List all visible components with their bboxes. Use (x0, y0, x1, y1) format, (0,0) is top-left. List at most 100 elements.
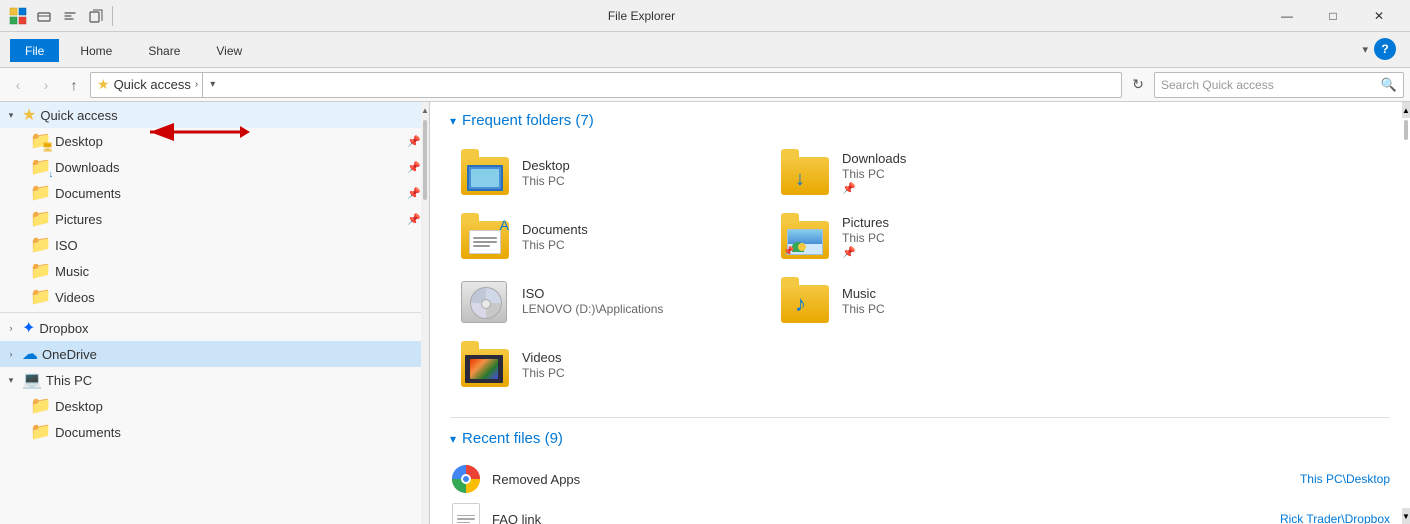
sidebar-item-documents[interactable]: 📁 Documents 📌 (0, 180, 429, 206)
path-text: Quick access (114, 77, 191, 92)
back-button[interactable]: ‹ (6, 73, 30, 97)
music-folder-name: Music (842, 286, 885, 301)
minimize-button[interactable]: — (1264, 0, 1310, 32)
tab-share[interactable]: Share (133, 39, 195, 62)
sidebar-dropbox-label: Dropbox (39, 321, 421, 336)
thispc-toggle-icon: ▾ (4, 375, 18, 386)
address-dropdown-button[interactable]: ▾ (202, 72, 222, 98)
videos-folder-icon: 📁 (30, 287, 51, 307)
quick-access-star-icon: ★ (97, 76, 110, 93)
search-placeholder: Search Quick access (1161, 78, 1377, 92)
folder-item-desktop[interactable]: Desktop This PC (450, 141, 770, 205)
refresh-button[interactable]: ↻ (1126, 73, 1150, 97)
pictures-pin-icon: 📌 (842, 246, 889, 259)
window-title: File Explorer (19, 9, 1264, 23)
sidebar-iso-label: ISO (55, 238, 421, 253)
pictures-folder-thumb: 📌 (780, 213, 832, 261)
sidebar-item-music[interactable]: 📁 Music (0, 258, 429, 284)
sidebar-item-thispc[interactable]: ▾ 💻 This PC (0, 367, 429, 393)
folder-item-music[interactable]: ♪ Music This PC (770, 269, 1090, 333)
sidebar-item-onedrive[interactable]: › ☁ OneDrive (0, 341, 429, 367)
tab-home[interactable]: Home (65, 39, 127, 62)
downloads-pin-icon: 📌 (842, 182, 906, 195)
pictures-pin-badge: 📌 (783, 246, 794, 257)
sidebar-desktop-label: Desktop (55, 134, 403, 149)
pictures-folder-path: This PC (842, 231, 889, 245)
desktop-folder-info: Desktop This PC (522, 158, 570, 188)
iso-folder-thumb (460, 277, 512, 325)
music-folder-thumb: ♪ (780, 277, 832, 325)
folder-item-iso[interactable]: ISO LENOVO (D:)\Applications (450, 269, 770, 333)
folder-item-downloads[interactable]: ↓ Downloads This PC 📌 (770, 141, 1090, 205)
sidebar-thispc-label: This PC (46, 373, 421, 388)
tab-view[interactable]: View (201, 39, 257, 62)
ribbon-collapse-button[interactable]: ▾ (1362, 43, 1368, 56)
sidebar-item-dropbox[interactable]: › ✦ Dropbox (0, 315, 429, 341)
removed-apps-name: Removed Apps (492, 472, 980, 487)
folder-item-documents[interactable]: A Documents This PC (450, 205, 770, 269)
recent-file-faq-link[interactable]: FAQ link Rick Trader\Dropbox (450, 499, 1390, 524)
address-bar: ‹ › ↑ ★ Quick access › ▾ ↻ Search Quick … (0, 68, 1410, 102)
tab-file[interactable]: File (10, 39, 59, 62)
sidebar-item-videos[interactable]: 📁 Videos (0, 284, 429, 310)
documents-folder-icon: 📁 (30, 183, 51, 203)
videos-folder-path: This PC (522, 366, 565, 380)
sidebar-item-pictures[interactable]: 📁 Pictures 📌 (0, 206, 429, 232)
downloads-folder-icon: 📁 ↓ (30, 157, 51, 177)
dropbox-toggle-icon: › (4, 323, 18, 333)
videos-folder-info: Videos This PC (522, 350, 565, 380)
recent-files-title: Recent files (9) (462, 430, 563, 447)
folder-item-pictures[interactable]: 📌 Pictures This PC 📌 (770, 205, 1090, 269)
quick-access-toggle-icon: ▾ (4, 110, 18, 121)
documents-folder-info: Documents This PC (522, 222, 588, 252)
recent-files-chevron-icon: ▾ (450, 432, 456, 446)
dropbox-icon: ✦ (22, 318, 35, 338)
sidebar-item-iso[interactable]: 📁 ISO (0, 232, 429, 258)
pictures-folder-info: Pictures This PC 📌 (842, 215, 889, 259)
content-area: ▲ ▼ ▾ Frequent folders (7) (430, 102, 1410, 524)
pictures-folder-name: Pictures (842, 215, 889, 230)
sidebar-item-quick-access[interactable]: ▾ ★ Quick access (0, 102, 429, 128)
forward-button[interactable]: › (34, 73, 58, 97)
downloads-folder-path: This PC (842, 167, 906, 181)
sidebar-item-downloads[interactable]: 📁 ↓ Downloads 📌 (0, 154, 429, 180)
desktop-folder-icon: 📁 🖥 (30, 131, 51, 151)
frequent-folders-title: Frequent folders (7) (462, 112, 594, 129)
close-button[interactable]: ✕ (1356, 0, 1402, 32)
maximize-button[interactable]: □ (1310, 0, 1356, 32)
sidebar-downloads-label: Downloads (55, 160, 403, 175)
quick-access-star-sidebar-icon: ★ (22, 105, 36, 125)
ribbon: File Home Share View ▾ ? (0, 32, 1410, 68)
downloads-folder-info: Downloads This PC 📌 (842, 151, 906, 195)
frequent-folders-chevron-icon: ▾ (450, 114, 456, 128)
iso-folder-name: ISO (522, 286, 663, 301)
sidebar-item-thispc-desktop[interactable]: 📁 Desktop (0, 393, 429, 419)
folder-item-videos[interactable]: Videos This PC (450, 333, 770, 397)
address-path[interactable]: ★ Quick access › ▾ (90, 72, 1122, 98)
pictures-folder-icon: 📁 (30, 209, 51, 229)
thispc-icon: 💻 (22, 370, 42, 390)
thispc-documents-folder-icon: 📁 (30, 422, 51, 442)
removed-apps-icon (450, 463, 482, 495)
thispc-desktop-folder-icon: 📁 (30, 396, 51, 416)
removed-apps-path: This PC\Desktop (990, 472, 1390, 486)
sidebar-onedrive-label: OneDrive (42, 347, 421, 362)
content-scroll-up-button[interactable]: ▲ (1402, 102, 1410, 118)
sidebar-scroll-up[interactable]: ▲ (421, 102, 429, 118)
recent-files-header[interactable]: ▾ Recent files (9) (450, 430, 1390, 447)
title-bar: File Explorer — □ ✕ (0, 0, 1410, 32)
sidebar-item-thispc-documents[interactable]: 📁 Documents (0, 419, 429, 445)
help-button[interactable]: ? (1374, 38, 1396, 60)
documents-pin-icon: 📌 (407, 187, 421, 200)
sidebar-music-label: Music (55, 264, 421, 279)
content-scroll-down-button[interactable]: ▼ (1402, 508, 1410, 524)
frequent-folders-header[interactable]: ▾ Frequent folders (7) (450, 112, 1390, 129)
downloads-pin-icon: 📌 (407, 161, 421, 174)
recent-file-removed-apps[interactable]: Removed Apps This PC\Desktop (450, 459, 1390, 499)
window-controls: — □ ✕ (1264, 0, 1402, 32)
videos-folder-name: Videos (522, 350, 565, 365)
search-box[interactable]: Search Quick access 🔍 (1154, 72, 1404, 98)
sidebar-item-desktop[interactable]: 📁 🖥 Desktop 📌 (0, 128, 429, 154)
sidebar-thispc-desktop-label: Desktop (55, 399, 421, 414)
up-button[interactable]: ↑ (62, 73, 86, 97)
